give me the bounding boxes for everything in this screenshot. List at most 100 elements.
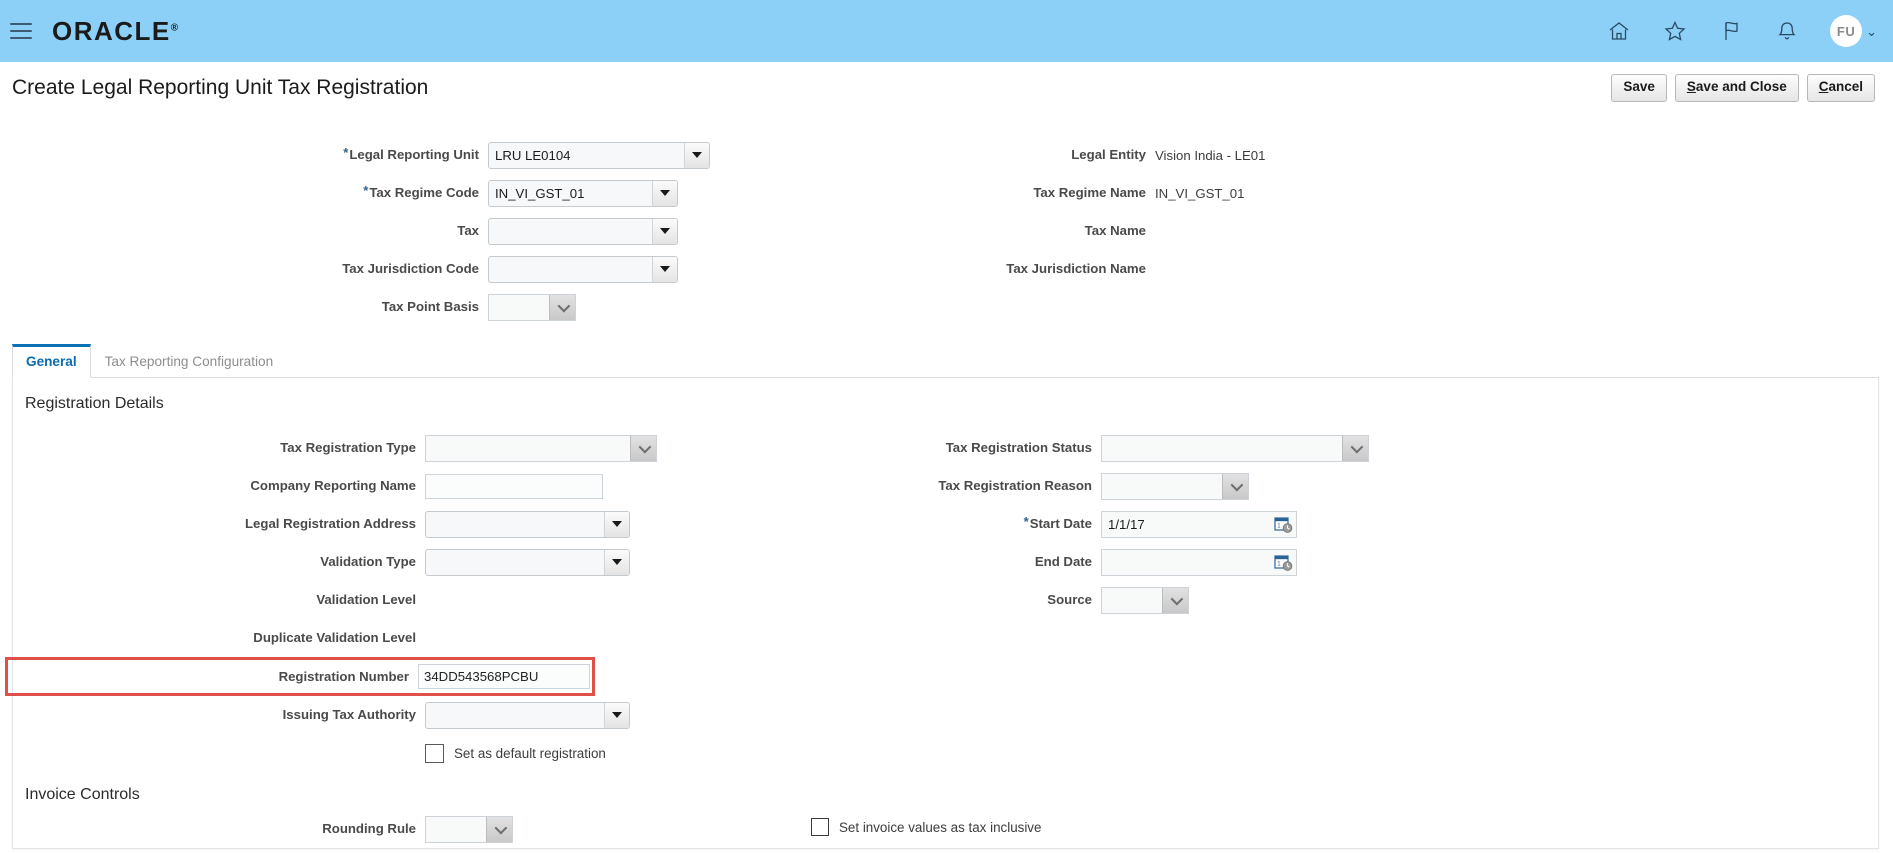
field-label: Rounding Rule	[322, 821, 416, 837]
notifications-bell-icon[interactable]	[1772, 16, 1802, 46]
tax-regime-code-dropdown-button[interactable]	[652, 180, 677, 206]
tax-regime-code-lov[interactable]	[488, 179, 678, 207]
tax-registration-status-select[interactable]	[1101, 434, 1369, 462]
validation-type-dropdown-button[interactable]	[604, 549, 629, 575]
tax-registration-reason-dropdown-button[interactable]	[1222, 473, 1248, 499]
end-date-input[interactable]	[1102, 554, 1273, 570]
issuing-tax-authority-input[interactable]	[426, 702, 604, 728]
tax-point-basis-input[interactable]	[489, 294, 549, 320]
tax-jurisdiction-code-input[interactable]	[489, 256, 652, 282]
set-as-default-registration-checkbox[interactable]	[425, 743, 444, 763]
invoice-controls-right-column: Set invoice values as tax inclusive	[753, 810, 1878, 844]
field-label: Registration Number	[278, 668, 409, 684]
tab-list: General Tax Reporting Configuration	[12, 344, 1893, 378]
validation-type-input[interactable]	[426, 549, 604, 575]
chevron-down-icon	[1170, 592, 1184, 605]
tax-dropdown-button[interactable]	[652, 218, 677, 244]
rounding-rule-input[interactable]	[426, 816, 486, 842]
tax-registration-reason-input[interactable]	[1102, 473, 1222, 499]
field-label: *Tax Regime Code	[363, 183, 479, 201]
tax-registration-status-dropdown-button[interactable]	[1342, 435, 1368, 461]
oracle-logo[interactable]: ORACLE®	[52, 16, 178, 47]
cancel-button[interactable]: Cancel	[1806, 74, 1875, 102]
field-source: Source	[753, 581, 1778, 619]
field-label: Duplicate Validation Level	[253, 630, 416, 646]
flag-icon[interactable]	[1716, 16, 1746, 46]
user-menu[interactable]: FU ⌄	[1830, 15, 1877, 47]
tax-inclusive-checkbox[interactable]	[811, 818, 829, 836]
triangle-down-icon	[612, 559, 622, 565]
field-label: Validation Level	[316, 592, 416, 608]
registration-details-heading: Registration Details	[25, 395, 164, 412]
field-tax-point-basis: Tax Point Basis	[0, 288, 820, 326]
registration-number-input[interactable]	[418, 664, 590, 689]
tax-regime-name-value: IN_VI_GST_01	[1155, 185, 1245, 201]
tax-registration-type-dropdown-button[interactable]	[630, 435, 656, 461]
calendar-icon[interactable]: 1	[1273, 552, 1293, 572]
issuing-tax-authority-dropdown-button[interactable]	[604, 702, 629, 728]
field-label: Tax Registration Type	[280, 440, 416, 456]
registration-details-left-column: Tax Registration Type Company Reporting …	[5, 429, 753, 772]
tax-inclusive-label: Set invoice values as tax inclusive	[839, 819, 1042, 835]
save-button[interactable]: Save	[1611, 74, 1667, 102]
save-and-close-button-label: ave and Close	[1695, 79, 1787, 95]
validation-type-lov[interactable]	[425, 548, 630, 576]
tax-point-basis-select[interactable]	[488, 293, 576, 321]
tax-point-basis-dropdown-button[interactable]	[549, 294, 575, 320]
field-end-date: End Date 1	[753, 543, 1778, 581]
invoice-controls-body: Rounding Rule Set invoice values as tax …	[13, 810, 1878, 848]
registration-number-highlight-box: Registration Number	[5, 657, 595, 696]
end-date-field[interactable]: 1	[1101, 548, 1297, 576]
start-date-field[interactable]: 1	[1101, 510, 1297, 538]
issuing-tax-authority-lov[interactable]	[425, 701, 630, 729]
field-validation-type: Validation Type	[13, 543, 753, 581]
legal-registration-address-input[interactable]	[426, 511, 604, 537]
rounding-rule-dropdown-button[interactable]	[486, 816, 512, 842]
source-select[interactable]	[1101, 586, 1189, 614]
tax-jurisdiction-code-dropdown-button[interactable]	[652, 256, 677, 282]
field-start-date: *Start Date 1	[753, 505, 1778, 543]
field-label: *Legal Reporting Unit	[343, 145, 479, 163]
tax-regime-code-input[interactable]	[489, 180, 652, 206]
field-label: Tax Jurisdiction Code	[342, 261, 479, 277]
home-icon[interactable]	[1604, 16, 1634, 46]
required-indicator: *	[1023, 514, 1029, 530]
row-set-as-default-registration: Set as default registration	[13, 734, 753, 772]
save-and-close-button[interactable]: Save and Close	[1674, 74, 1799, 102]
tax-registration-reason-select[interactable]	[1101, 472, 1249, 500]
field-label: Tax Registration Status	[945, 440, 1092, 456]
tab-general[interactable]: General	[12, 344, 91, 378]
tax-jurisdiction-code-lov[interactable]	[488, 255, 678, 283]
required-indicator: *	[343, 145, 349, 161]
field-legal-reporting-unit: *Legal Reporting Unit	[0, 136, 820, 174]
page-title: Create Legal Reporting Unit Tax Registra…	[12, 76, 429, 99]
tax-registration-status-input[interactable]	[1102, 435, 1342, 461]
set-as-default-registration-checkbox-row[interactable]: Set as default registration	[425, 736, 606, 770]
legal-reporting-unit-dropdown-button[interactable]	[684, 142, 709, 168]
legal-registration-address-lov[interactable]	[425, 510, 630, 538]
legal-reporting-unit-lov[interactable]	[488, 141, 710, 169]
rounding-rule-select[interactable]	[425, 815, 513, 843]
tax-registration-type-input[interactable]	[426, 435, 630, 461]
source-dropdown-button[interactable]	[1162, 587, 1188, 613]
tax-lov[interactable]	[488, 217, 678, 245]
start-date-input[interactable]	[1102, 516, 1273, 532]
tax-input[interactable]	[489, 218, 652, 244]
field-legal-registration-address: Legal Registration Address	[13, 505, 753, 543]
legal-registration-address-dropdown-button[interactable]	[604, 511, 629, 537]
company-reporting-name-input[interactable]	[425, 473, 603, 499]
hamburger-icon[interactable]	[10, 17, 38, 45]
tab-tax-reporting-configuration[interactable]: Tax Reporting Configuration	[91, 346, 288, 377]
legal-reporting-unit-input[interactable]	[489, 142, 684, 168]
calendar-icon[interactable]: 1	[1273, 514, 1293, 534]
legal-entity-value: Vision India - LE01	[1155, 147, 1266, 163]
tax-registration-type-select[interactable]	[425, 434, 657, 462]
field-company-reporting-name: Company Reporting Name	[13, 467, 753, 505]
field-rounding-rule: Rounding Rule	[13, 810, 753, 848]
tax-inclusive-checkbox-row[interactable]: Set invoice values as tax inclusive	[753, 810, 1778, 844]
field-label: Tax Regime Name	[1033, 185, 1146, 201]
chevron-down-icon	[638, 440, 652, 453]
field-tax-jurisdiction-code: Tax Jurisdiction Code	[0, 250, 820, 288]
favorites-star-icon[interactable]	[1660, 16, 1690, 46]
source-input[interactable]	[1102, 587, 1162, 613]
